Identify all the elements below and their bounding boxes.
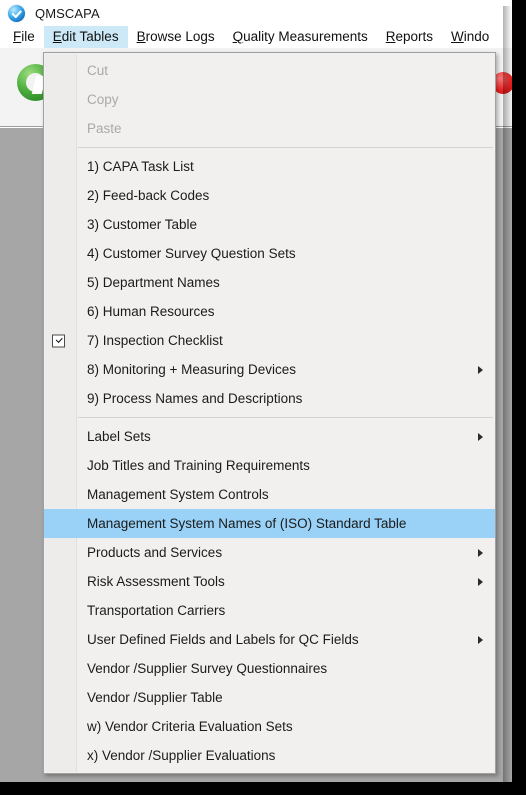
menu-item[interactable]: Products and Services bbox=[44, 538, 495, 567]
window-title: QMSCAPA bbox=[35, 5, 100, 21]
menubar-item-file[interactable]: File bbox=[4, 26, 44, 48]
menu-item-list: Cut Copy Paste 1) CAPA Task List 2) Feed-bac… bbox=[44, 56, 495, 770]
menu-bar: File Edit Tables Browse Logs Quality Mea… bbox=[0, 26, 512, 48]
menu-item[interactable]: 3) Customer Table bbox=[44, 210, 495, 239]
menu-item[interactable]: 7) Inspection Checklist bbox=[44, 326, 495, 355]
menu-item-label: 3) Customer Table bbox=[87, 216, 198, 232]
menu-item[interactable]: Risk Assessment Tools bbox=[44, 567, 495, 596]
menu-item[interactable]: User Defined Fields and Labels for QC Fi… bbox=[44, 625, 495, 654]
submenu-arrow-icon bbox=[478, 548, 483, 557]
submenu-arrow-icon bbox=[478, 635, 483, 644]
menu-item[interactable]: 8) Monitoring + Measuring Devices bbox=[44, 355, 495, 384]
checkbox-checked-icon[interactable] bbox=[52, 334, 65, 347]
submenu-arrow-icon bbox=[478, 365, 483, 374]
menu-item-label: Job Titles and Training Requirements bbox=[87, 457, 310, 473]
screen-edge-right bbox=[512, 0, 526, 795]
screen-edge-bottom bbox=[0, 782, 526, 795]
menubar-item-edit-tables[interactable]: Edit Tables bbox=[43, 26, 128, 48]
globe-check-icon bbox=[8, 4, 25, 22]
menubar-item-browse-logs[interactable]: Browse Logs bbox=[128, 26, 224, 48]
menu-item[interactable]: w) Vendor Criteria Evaluation Sets bbox=[44, 712, 495, 741]
menu-item-label: Management System Names of (ISO) Standar… bbox=[87, 515, 407, 531]
menu-item-label: Risk Assessment Tools bbox=[87, 573, 225, 589]
menu-item-label: Cut bbox=[87, 62, 109, 78]
menu-item[interactable]: 4) Customer Survey Question Sets bbox=[44, 239, 495, 268]
menu-item-label: 1) CAPA Task List bbox=[87, 158, 194, 174]
menu-item[interactable]: Label Sets bbox=[44, 422, 495, 451]
submenu-arrow-icon bbox=[478, 577, 483, 586]
menu-item-label: 5) Department Names bbox=[87, 274, 220, 290]
menu-item-label: Products and Services bbox=[87, 544, 223, 560]
menu-separator bbox=[78, 417, 493, 418]
menu-item-label: 2) Feed-back Codes bbox=[87, 187, 210, 203]
menu-item: Copy bbox=[44, 85, 495, 114]
menu-item[interactable]: Transportation Carriers bbox=[44, 596, 495, 625]
edit-tables-dropdown-menu: Cut Copy Paste 1) CAPA Task List 2) Feed-bac… bbox=[43, 52, 496, 774]
menubar-item-window[interactable]: Windo bbox=[442, 26, 498, 48]
menu-item[interactable]: 1) CAPA Task List bbox=[44, 152, 495, 181]
menu-item-label: Copy bbox=[87, 91, 119, 107]
menu-item-label: w) Vendor Criteria Evaluation Sets bbox=[87, 718, 293, 734]
menu-separator bbox=[78, 147, 493, 148]
menu-item[interactable]: 9) Process Names and Descriptions bbox=[44, 384, 495, 413]
application-window: QMSCAPA File Edit Tables Browse Logs Qua… bbox=[0, 0, 512, 782]
menu-item-label: Vendor /Supplier Survey Questionnaires bbox=[87, 660, 328, 676]
menu-item[interactable]: 5) Department Names bbox=[44, 268, 495, 297]
menubar-item-reports[interactable]: Reports bbox=[377, 26, 442, 48]
menu-item-label: Paste bbox=[87, 120, 122, 136]
submenu-arrow-icon bbox=[478, 432, 483, 441]
menu-item[interactable]: Management System Names of (ISO) Standar… bbox=[44, 509, 495, 538]
menu-item[interactable]: 6) Human Resources bbox=[44, 297, 495, 326]
menu-item[interactable]: Management System Controls bbox=[44, 480, 495, 509]
menu-item-label: 9) Process Names and Descriptions bbox=[87, 390, 303, 406]
menu-item-label: 8) Monitoring + Measuring Devices bbox=[87, 361, 296, 377]
menu-item-label: Label Sets bbox=[87, 428, 151, 444]
title-bar: QMSCAPA bbox=[0, 0, 512, 26]
menu-item-label: Management System Controls bbox=[87, 486, 269, 502]
window-drop-shadow bbox=[503, 6, 512, 795]
menu-item[interactable]: x) Vendor /Supplier Evaluations bbox=[44, 741, 495, 770]
menu-item[interactable]: 2) Feed-back Codes bbox=[44, 181, 495, 210]
menu-item[interactable]: Vendor /Supplier Table bbox=[44, 683, 495, 712]
menu-item-label: 7) Inspection Checklist bbox=[87, 332, 223, 348]
menu-item: Cut bbox=[44, 56, 495, 85]
menu-item-label: 4) Customer Survey Question Sets bbox=[87, 245, 296, 261]
menu-item-label: Transportation Carriers bbox=[87, 602, 226, 618]
menu-item: Paste bbox=[44, 114, 495, 143]
menu-item-label: Vendor /Supplier Table bbox=[87, 689, 223, 705]
menu-item-label: User Defined Fields and Labels for QC Fi… bbox=[87, 631, 359, 647]
menu-item[interactable]: Job Titles and Training Requirements bbox=[44, 451, 495, 480]
menu-item[interactable]: Vendor /Supplier Survey Questionnaires bbox=[44, 654, 495, 683]
menubar-item-quality-measurements[interactable]: Quality Measurements bbox=[224, 26, 377, 48]
menu-item-label: x) Vendor /Supplier Evaluations bbox=[87, 747, 276, 763]
menu-item-label: 6) Human Resources bbox=[87, 303, 215, 319]
